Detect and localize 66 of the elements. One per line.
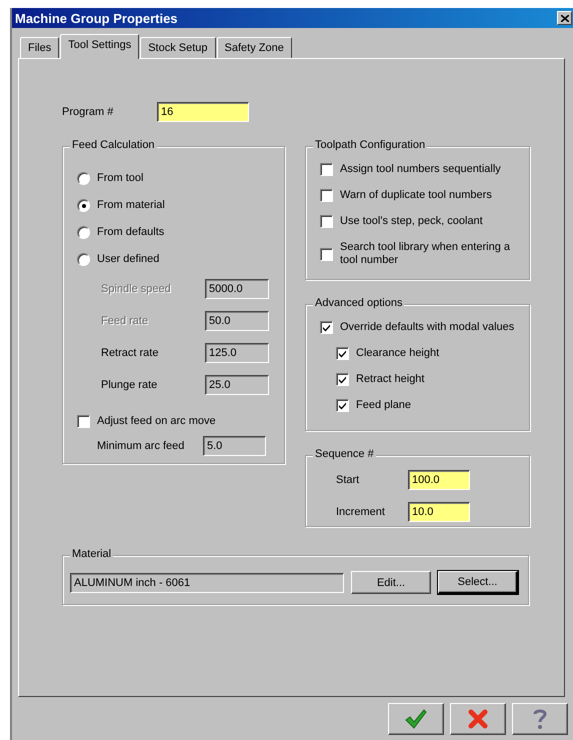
dialog-button[interactable]: Edit... [351,571,431,594]
radio-label: User defined [97,253,160,266]
group-title: Sequence # [313,448,376,460]
tab[interactable]: Stock Setup [140,37,216,58]
radio-button[interactable] [77,253,90,266]
help-button[interactable] [512,703,568,735]
radio-dot-icon [82,204,86,208]
radio-button[interactable] [77,199,90,212]
checkbox[interactable] [320,189,333,202]
field-label: Program # [62,106,114,118]
field-label: Plunge rate [101,379,158,391]
cancel-button[interactable] [450,703,506,735]
input-field[interactable]: 16 [157,102,249,122]
checkbox[interactable] [320,163,333,176]
checkbox-label: Override defaults with modal values [340,321,514,334]
checkbox-label: Search tool library when entering a tool number [340,241,511,267]
field-label: Feed rate [101,315,150,327]
checkbox-label: Feed plane [356,399,412,412]
input-field[interactable]: 125.0 [205,343,269,363]
checkbox-label: Assign tool numbers sequentially [340,163,501,176]
field-label: Start [336,474,360,486]
checkmark-icon [405,709,427,729]
field-label: Retract rate [101,347,160,359]
help-icon [532,708,548,730]
radio-label: From material [97,199,165,212]
field-label: Increment [336,506,386,518]
checkbox-label: Warn of duplicate tool numbers [340,189,492,202]
group-title: Feed Calculation [70,139,157,151]
close-icon [560,14,568,22]
cross-icon [468,709,488,729]
checkbox[interactable] [320,321,333,334]
checkbox[interactable] [320,248,333,260]
input-field[interactable]: 5.0 [203,436,266,456]
checkbox[interactable] [320,215,333,228]
radio-button[interactable] [77,172,90,185]
input-field[interactable]: 10.0 [408,502,470,522]
ok-button[interactable] [388,703,444,735]
checkbox[interactable] [336,347,349,360]
checkbox-label: Retract height [356,373,424,386]
input-field[interactable]: 25.0 [205,375,269,395]
group-title: Advanced options [313,297,404,309]
checkbox[interactable] [336,373,349,386]
checkmark-icon [338,401,347,410]
group-title: Toolpath Configuration [313,139,428,151]
checkmark-icon [338,375,347,384]
radio-button[interactable] [77,226,90,239]
checkbox[interactable] [336,399,349,412]
checkbox-label: Adjust feed on arc move [97,415,216,428]
radio-label: From defaults [97,226,164,239]
dialog-button[interactable]: Select... [438,571,518,594]
field-label: Minimum arc feed [97,440,186,452]
checkbox[interactable] [77,415,90,428]
tab[interactable]: Safety Zone [216,37,292,58]
material-field[interactable]: ALUMINUM inch - 6061 [70,572,344,592]
checkmark-icon [338,349,347,358]
checkbox-label: Clearance height [356,347,440,360]
radio-label: From tool [97,172,144,185]
tab[interactable]: Tool Settings [60,34,140,59]
checkbox-label: Use tool's step, peck, coolant [340,215,483,228]
input-field[interactable]: 100.0 [408,470,470,490]
checkmark-icon [322,323,331,332]
field-label: Spindle speed [101,283,172,295]
tab[interactable]: Files [20,37,60,58]
window-title: Machine Group Properties [15,10,178,26]
group-title: Material [70,548,114,560]
close-button[interactable] [557,11,572,25]
